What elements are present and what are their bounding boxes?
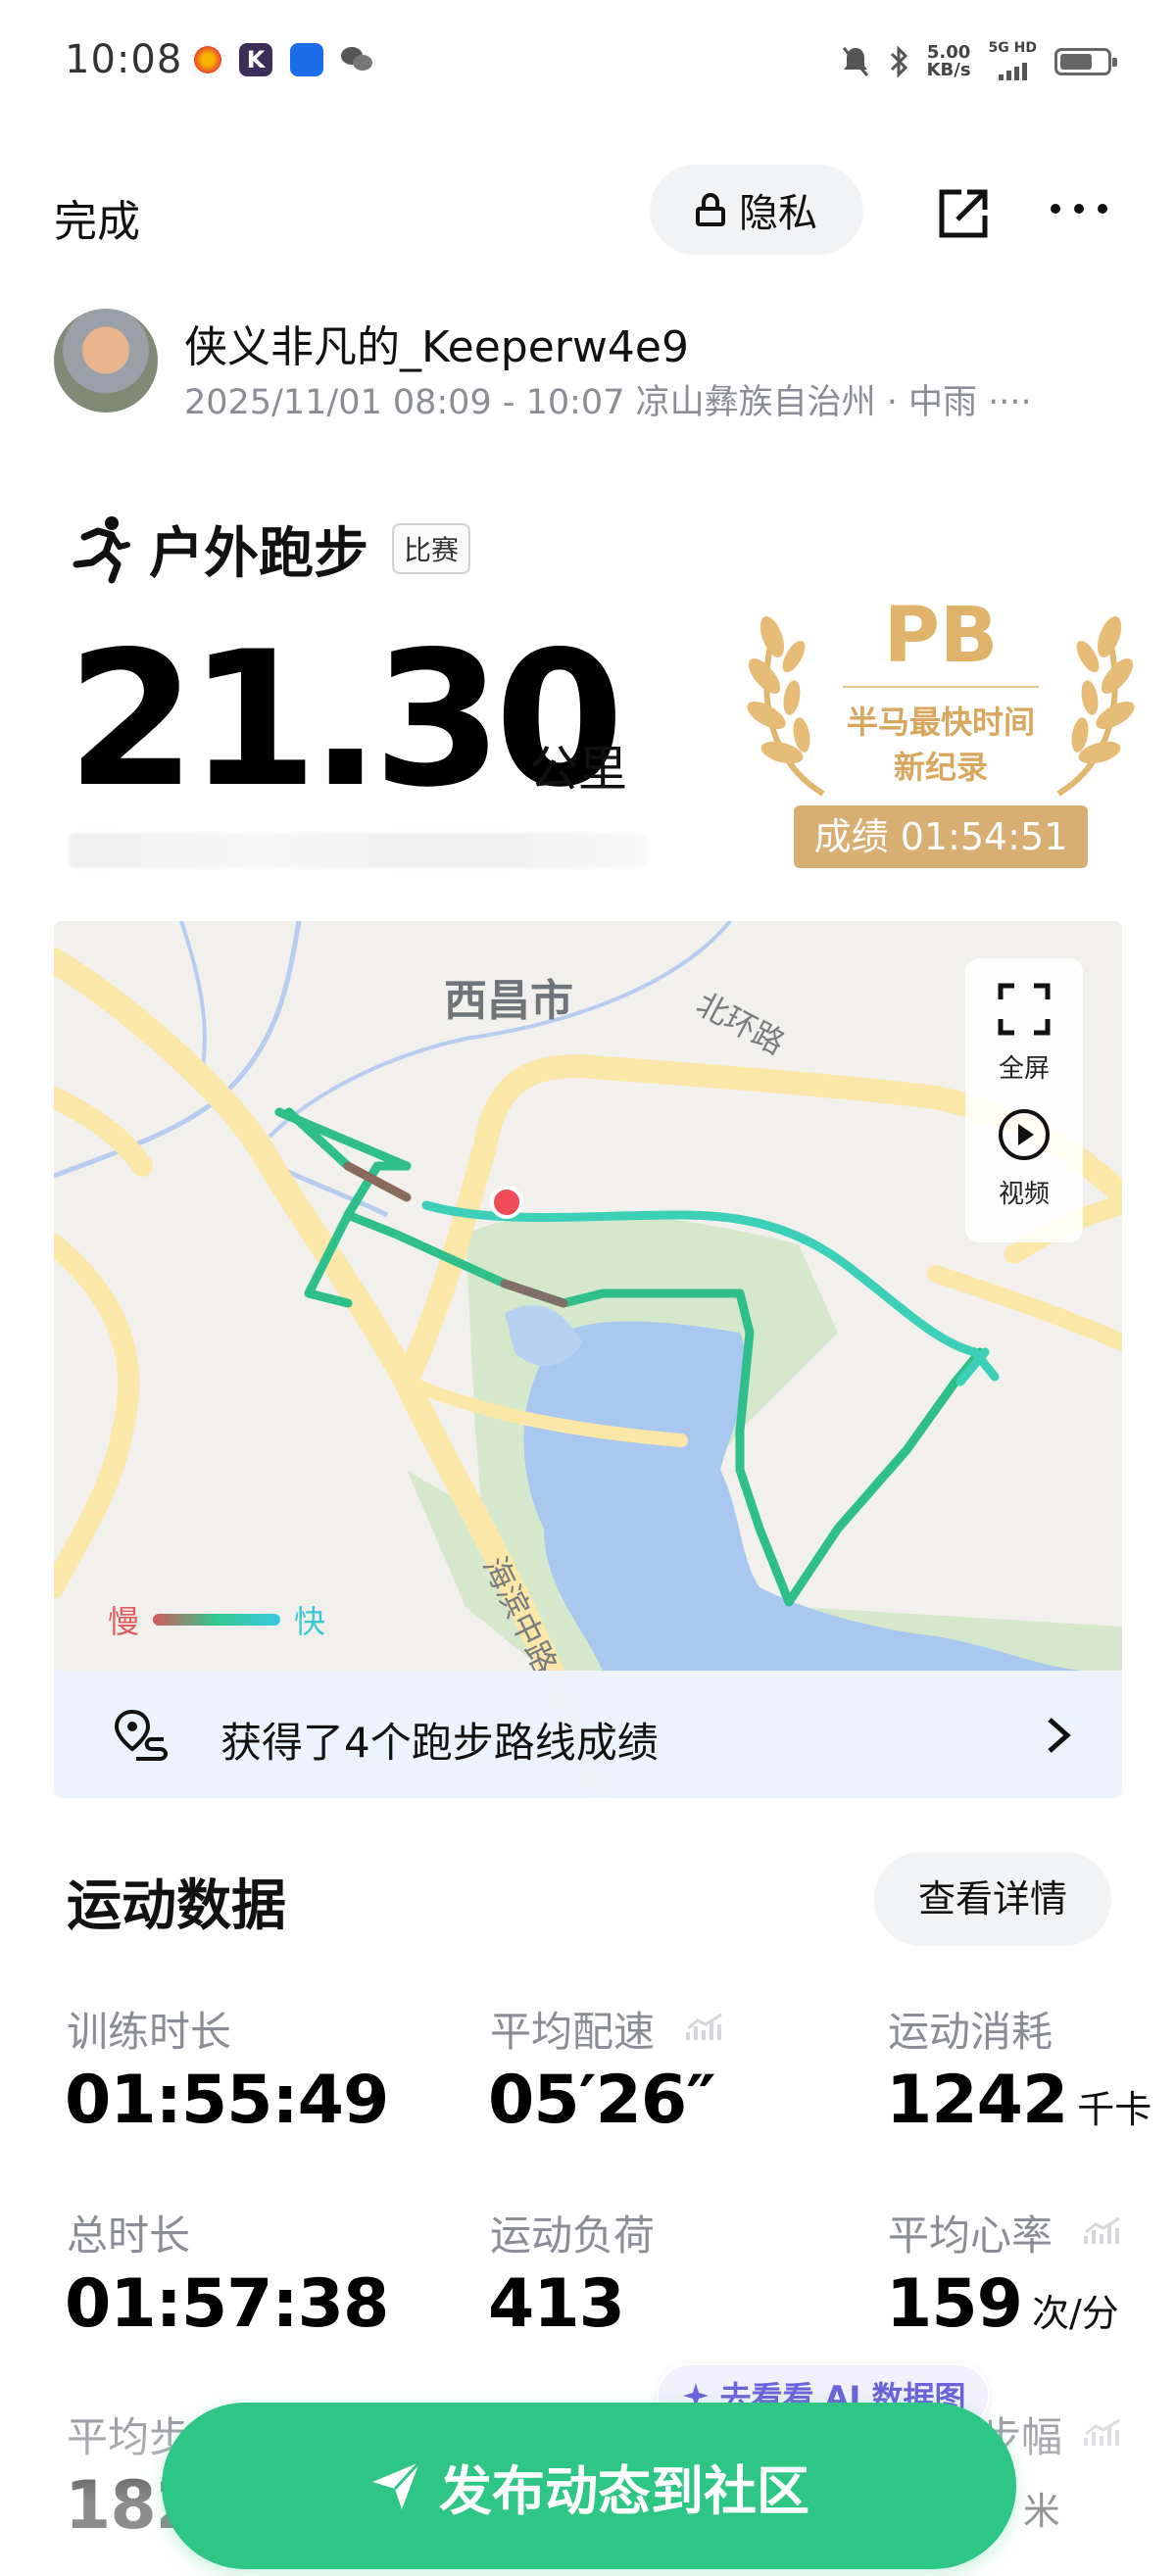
route-achievements-text: 获得了4个跑步路线成绩 bbox=[220, 1719, 659, 1767]
avatar[interactable] bbox=[54, 309, 158, 413]
pb-score: 成绩 01:54:51 bbox=[794, 805, 1088, 868]
bluetooth-icon bbox=[890, 45, 907, 78]
stat-value-training-time: 01:55:49 bbox=[65, 2062, 389, 2139]
top-nav: 完成 隐私 bbox=[0, 157, 1176, 265]
play-video-icon[interactable] bbox=[997, 1107, 1052, 1162]
status-time: 10:08 bbox=[65, 37, 183, 82]
stat-label-total-time: 总时长 bbox=[67, 2211, 191, 2260]
send-icon bbox=[372, 2460, 421, 2509]
pb-badge[interactable]: PB 半马最快时间 新纪录 成绩 01:54:51 bbox=[745, 578, 1137, 872]
distance-unit: 公里 bbox=[529, 741, 627, 798]
activity-header: 户外跑步 比赛 bbox=[69, 510, 471, 588]
user-row: 侠义非凡的_Keeperw4e9 2025/11/01 08:09 - 10:0… bbox=[0, 304, 1176, 422]
more-icon[interactable] bbox=[1051, 204, 1107, 214]
stat-unit-heart-rate: 次/分 bbox=[1031, 2292, 1119, 2335]
fullscreen-label[interactable]: 全屏 bbox=[965, 1048, 1083, 1085]
section-title: 运动数据 bbox=[67, 1874, 286, 1938]
stat-label-training-time: 训练时长 bbox=[67, 2008, 232, 2056]
stat-value-calories: 1242 千卡 bbox=[886, 2062, 1152, 2139]
publish-to-community-button[interactable]: 发布动态到社区 bbox=[162, 2403, 1016, 2569]
stat-label-training-load: 运动负荷 bbox=[490, 2211, 656, 2260]
stat-label-avg-heart-rate: 平均心率 bbox=[888, 2211, 1054, 2260]
legend-slow: 慢 bbox=[108, 1603, 140, 1640]
route-achievements-row[interactable]: 获得了4个跑步路线成绩 bbox=[54, 1671, 1122, 1798]
privacy-label: 隐私 bbox=[739, 191, 817, 236]
pb-title: PB bbox=[883, 592, 999, 680]
stat-label-avg-pace: 平均配速 bbox=[490, 2008, 656, 2056]
user-name[interactable]: 侠义非凡的_Keeperw4e9 bbox=[184, 312, 689, 374]
stat-value-avg-pace: 05′26″ bbox=[488, 2062, 716, 2139]
privacy-button[interactable]: 隐私 bbox=[650, 165, 863, 255]
net-speed: 5.00 KB/s bbox=[926, 42, 971, 80]
video-label[interactable]: 视频 bbox=[965, 1174, 1083, 1210]
stat-value-training-load: 413 bbox=[488, 2265, 625, 2343]
map-controls: 全屏 视频 bbox=[965, 958, 1083, 1242]
stat-unit-stride: 米 bbox=[1022, 2490, 1060, 2533]
route-map[interactable]: 西昌市 北环路 海滨中路 全屏 视频 慢 快 获得了4个跑步路线成绩 bbox=[54, 921, 1122, 1798]
pb-divider bbox=[843, 686, 1039, 688]
map-city-label: 西昌市 bbox=[444, 976, 573, 1026]
trend-chart-icon[interactable] bbox=[1084, 2418, 1123, 2448]
trend-chart-icon[interactable] bbox=[686, 2013, 725, 2042]
k-app-icon: K bbox=[239, 43, 272, 76]
pb-line1: 半马最快时间 bbox=[846, 704, 1035, 741]
stat-unit-calories: 千卡 bbox=[1077, 2088, 1152, 2131]
activity-type: 户外跑步 bbox=[149, 521, 368, 586]
legend-gradient bbox=[153, 1614, 281, 1626]
activity-meta: 2025/11/01 08:09 - 10:07 凉山彝族自治州 · 中雨 ··… bbox=[184, 383, 1032, 422]
trend-chart-icon[interactable] bbox=[1084, 2216, 1123, 2246]
fullscreen-icon[interactable] bbox=[997, 982, 1052, 1037]
status-bar: 10:08 K 5.00 KB/s 5G HD bbox=[0, 0, 1176, 127]
route-pin-icon bbox=[114, 1709, 168, 1761]
signal-icon bbox=[998, 57, 1027, 80]
battery-icon bbox=[1054, 48, 1117, 75]
status-right: 5.00 KB/s 5G HD bbox=[841, 39, 1117, 84]
airun-app-icon bbox=[290, 43, 323, 76]
pb-line2: 新纪录 bbox=[893, 749, 988, 786]
share-icon[interactable] bbox=[936, 186, 991, 241]
mute-icon bbox=[842, 47, 868, 76]
legend-fast: 快 bbox=[294, 1603, 326, 1640]
pace-legend: 慢 快 bbox=[108, 1597, 325, 1642]
weibo-app-icon bbox=[194, 46, 221, 73]
map-canvas bbox=[54, 921, 1122, 1798]
network-signal: 5G HD bbox=[989, 39, 1037, 84]
chevron-right-icon bbox=[1048, 1718, 1071, 1753]
race-tag: 比赛 bbox=[392, 523, 471, 574]
wechat-icon bbox=[341, 43, 374, 76]
lock-icon bbox=[696, 193, 725, 226]
status-app-icons: K bbox=[194, 43, 374, 76]
stat-value-total-time: 01:57:38 bbox=[65, 2265, 389, 2343]
publish-label: 发布动态到社区 bbox=[439, 2459, 809, 2522]
running-icon bbox=[73, 516, 130, 584]
blurred-subtitle bbox=[69, 833, 647, 868]
stat-value-avg-heart-rate: 159 次/分 bbox=[886, 2265, 1119, 2343]
view-details-button[interactable]: 查看详情 bbox=[874, 1852, 1111, 1946]
stat-label-calories: 运动消耗 bbox=[888, 2008, 1054, 2056]
done-button[interactable]: 完成 bbox=[54, 186, 140, 249]
